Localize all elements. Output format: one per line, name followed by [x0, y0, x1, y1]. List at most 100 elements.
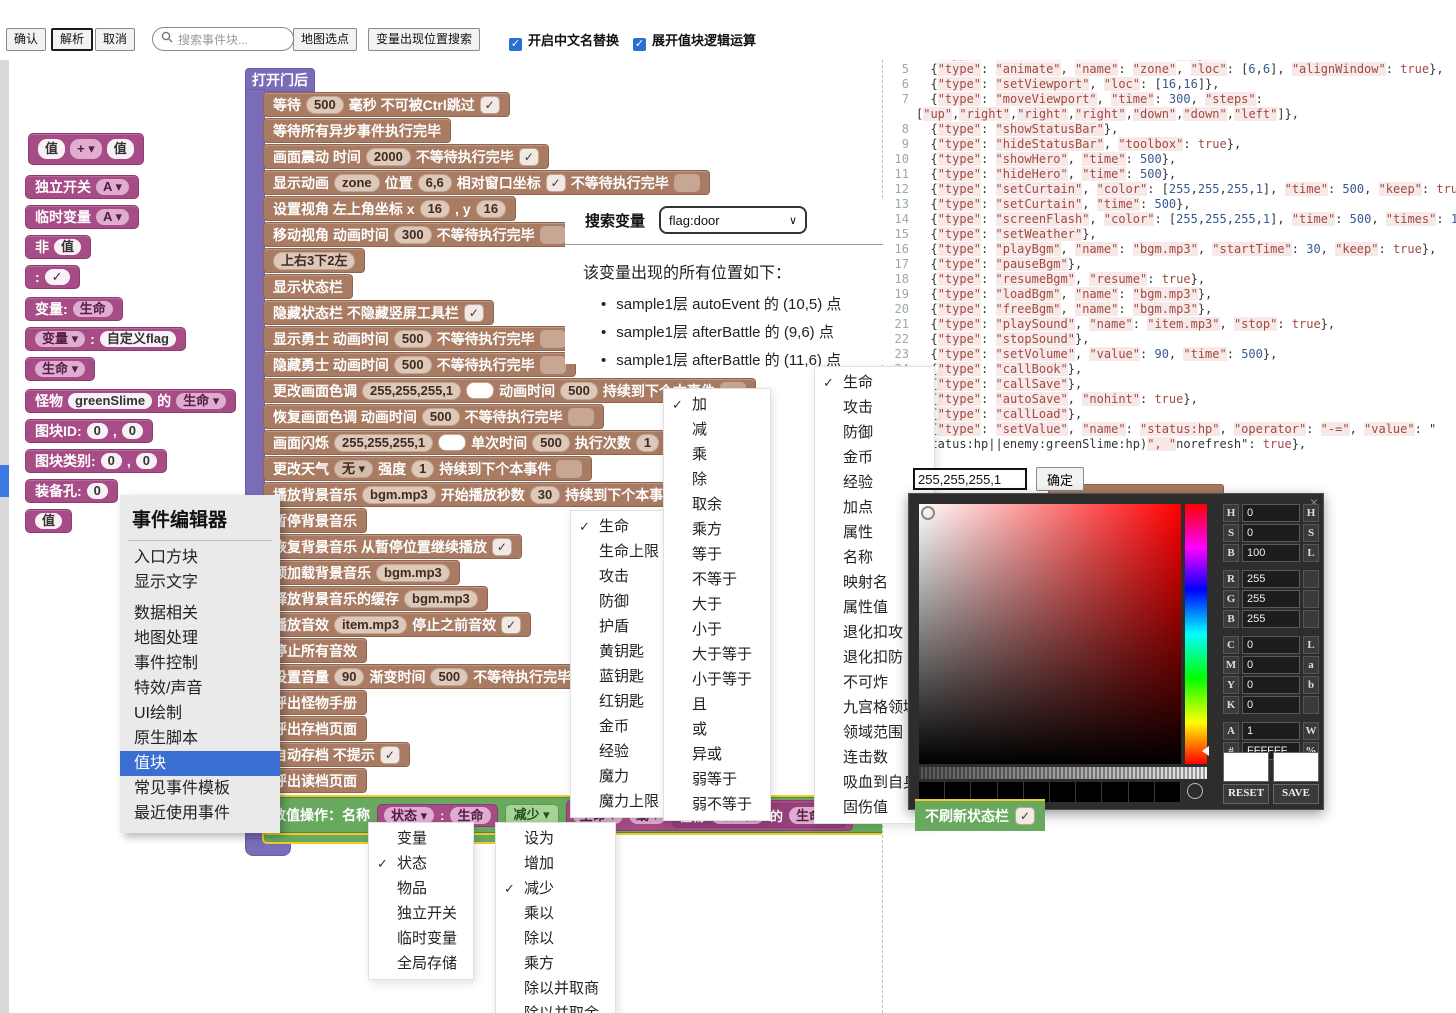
search-input[interactable]: 搜索事件块... — [152, 27, 294, 51]
event-block[interactable]: 显示状态栏 — [263, 274, 353, 299]
sidebar-item[interactable]: 常见事件模板 — [120, 776, 280, 801]
value-dropdown[interactable]: 生命 ▾ — [35, 361, 85, 377]
picker-field-input[interactable]: 100 — [1242, 544, 1300, 562]
value-block[interactable]: :✓ — [25, 265, 80, 289]
picker-field-input[interactable]: 255 — [1242, 570, 1300, 588]
sidebar-item[interactable]: 显示文字 — [120, 570, 280, 595]
event-block[interactable]: 更改天气无 ▾强度1持续到下个本事件 — [263, 456, 592, 481]
value-field[interactable]: ✓ — [45, 269, 70, 285]
color-ok-button[interactable]: 确定 — [1036, 467, 1084, 491]
value-field[interactable]: 自定义flag — [100, 331, 176, 347]
menu-item[interactable]: 或 — [664, 717, 770, 742]
menu-item[interactable]: 物品 — [369, 876, 473, 901]
block-checkbox-checked[interactable]: ✓ — [480, 96, 500, 114]
block-checkbox-unchecked[interactable] — [540, 226, 566, 244]
value-dropdown[interactable]: A ▾ — [96, 209, 129, 225]
picker-mode-label[interactable] — [1303, 570, 1319, 588]
block-field[interactable]: 500 — [532, 434, 570, 452]
block-checkbox-checked[interactable]: ✓ — [464, 304, 484, 322]
picker-field-label[interactable]: C — [1223, 636, 1239, 654]
target-field[interactable]: 生命 — [450, 807, 490, 824]
block-field[interactable]: 1 — [411, 460, 434, 478]
menu-item[interactable]: 乘方 — [496, 951, 615, 976]
event-block[interactable]: 隐藏勇士 动画时间500不等待执行完毕 — [263, 352, 576, 377]
menu-item[interactable]: 护盾 — [571, 614, 675, 639]
event-block[interactable]: 等待500毫秒 不可被Ctrl跳过✓ — [263, 92, 510, 117]
expand-logic-checkbox[interactable]: ✓ — [633, 38, 646, 51]
canvas-scrollbar-thumb[interactable] — [0, 465, 9, 497]
event-block[interactable]: 恢复画面色调 动画时间500不等待执行完毕 — [263, 404, 604, 429]
target-type-dropdown[interactable]: 状态 ▾ — [384, 807, 434, 824]
block-field[interactable]: 30 — [530, 486, 560, 504]
block-field[interactable]: 6,6 — [418, 174, 452, 192]
block-field[interactable]: 255,255,255,1 — [362, 382, 461, 400]
picker-field-input[interactable]: 1 — [1242, 722, 1300, 740]
menu-item[interactable]: 乘以 — [496, 901, 615, 926]
save-button[interactable]: SAVE — [1273, 784, 1319, 804]
value-field[interactable]: 值 — [35, 513, 62, 529]
menu-item[interactable]: 不等于 — [664, 567, 770, 592]
alpha-slider[interactable] — [919, 767, 1207, 779]
picker-field-label[interactable]: G — [1223, 590, 1239, 608]
menu-item[interactable]: 等于 — [664, 542, 770, 567]
picker-mode-label[interactable]: a — [1303, 656, 1319, 674]
block-field[interactable]: zone — [334, 174, 380, 192]
block-field[interactable]: 500 — [394, 330, 432, 348]
color-swatch[interactable] — [466, 382, 494, 399]
value-field[interactable]: 0 — [87, 423, 108, 439]
menu-item[interactable]: 取余 — [664, 492, 770, 517]
picker-mode-label[interactable]: b — [1303, 676, 1319, 694]
block-field[interactable]: bgm.mp3 — [362, 486, 436, 504]
menu-item[interactable]: 弱不等于 — [664, 792, 770, 817]
picker-mode-label[interactable]: S — [1303, 524, 1319, 542]
value-block[interactable]: 变量 ▾:自定义flag — [25, 327, 186, 351]
value-field[interactable]: 值 — [54, 239, 81, 255]
block-checkbox-checked[interactable]: ✓ — [546, 174, 566, 192]
value-block[interactable]: 值+ ▾值 — [28, 133, 144, 165]
block-field[interactable]: 500 — [306, 96, 344, 114]
value-block[interactable]: 非值 — [25, 235, 91, 259]
value-block[interactable]: 独立开关A ▾ — [25, 175, 139, 199]
sidebar-item[interactable]: 事件控制 — [120, 651, 280, 676]
block-checkbox-checked[interactable]: ✓ — [380, 746, 400, 764]
menu-item[interactable]: 弱等于 — [664, 767, 770, 792]
block-field[interactable]: 500 — [422, 408, 460, 426]
sidebar-item[interactable]: 入口方块 — [120, 545, 280, 570]
sidebar-item[interactable]: 值块 — [120, 751, 280, 776]
picker-mode-label[interactable]: L — [1303, 544, 1319, 562]
picker-field-input[interactable]: 0 — [1242, 676, 1300, 694]
event-block[interactable]: 设置视角 左上角坐标 x16, y16 — [263, 196, 516, 221]
picker-mode-label[interactable]: W — [1303, 722, 1319, 740]
block-checkbox-unchecked[interactable] — [556, 460, 582, 478]
value-block[interactable]: 怪物greenSlime的生命 ▾ — [25, 389, 236, 413]
menu-item[interactable]: 除以并取商 — [496, 976, 615, 1001]
palette-circle-handle[interactable] — [1187, 783, 1203, 799]
picker-field-label[interactable]: S — [1223, 524, 1239, 542]
menu-item[interactable]: 魔力上限 — [571, 789, 675, 814]
menu-item[interactable]: 且 — [664, 692, 770, 717]
saturation-brightness-field[interactable] — [919, 504, 1181, 764]
picker-field-label[interactable]: B — [1223, 544, 1239, 562]
sidebar-item[interactable]: 数据相关 — [120, 601, 280, 626]
menu-item[interactable]: ✓减少 — [496, 876, 615, 901]
menu-item[interactable]: 生命上限 — [571, 539, 675, 564]
parse-button[interactable]: 解析 — [51, 28, 93, 51]
sidebar-item[interactable]: 最近使用事件 — [120, 801, 280, 826]
sidebar-item[interactable]: 原生脚本 — [120, 726, 280, 751]
menu-item[interactable]: 防御 — [571, 589, 675, 614]
block-checkbox-checked[interactable]: ✓ — [501, 616, 521, 634]
reset-button[interactable]: RESET — [1223, 784, 1269, 804]
menu-item[interactable]: 防御 — [815, 420, 934, 445]
picker-field-label[interactable]: Y — [1223, 676, 1239, 694]
event-block[interactable]: 释放背景音乐的缓存bgm.mp3 — [263, 586, 488, 611]
menu-item[interactable]: 变量 — [369, 826, 473, 851]
palette-cell[interactable] — [1155, 782, 1181, 802]
sv-cursor[interactable] — [921, 506, 935, 520]
value-dropdown[interactable]: 生命 — [73, 301, 113, 317]
menu-item[interactable]: 除以并取余 — [496, 1001, 615, 1013]
hue-slider[interactable] — [1185, 504, 1207, 764]
value-field[interactable]: 值 — [38, 139, 65, 159]
menu-item[interactable]: 小于 — [664, 617, 770, 642]
event-block[interactable]: 上右3下2左 — [263, 248, 365, 273]
var-position-search-button[interactable]: 变量出现位置搜索 — [368, 28, 480, 51]
